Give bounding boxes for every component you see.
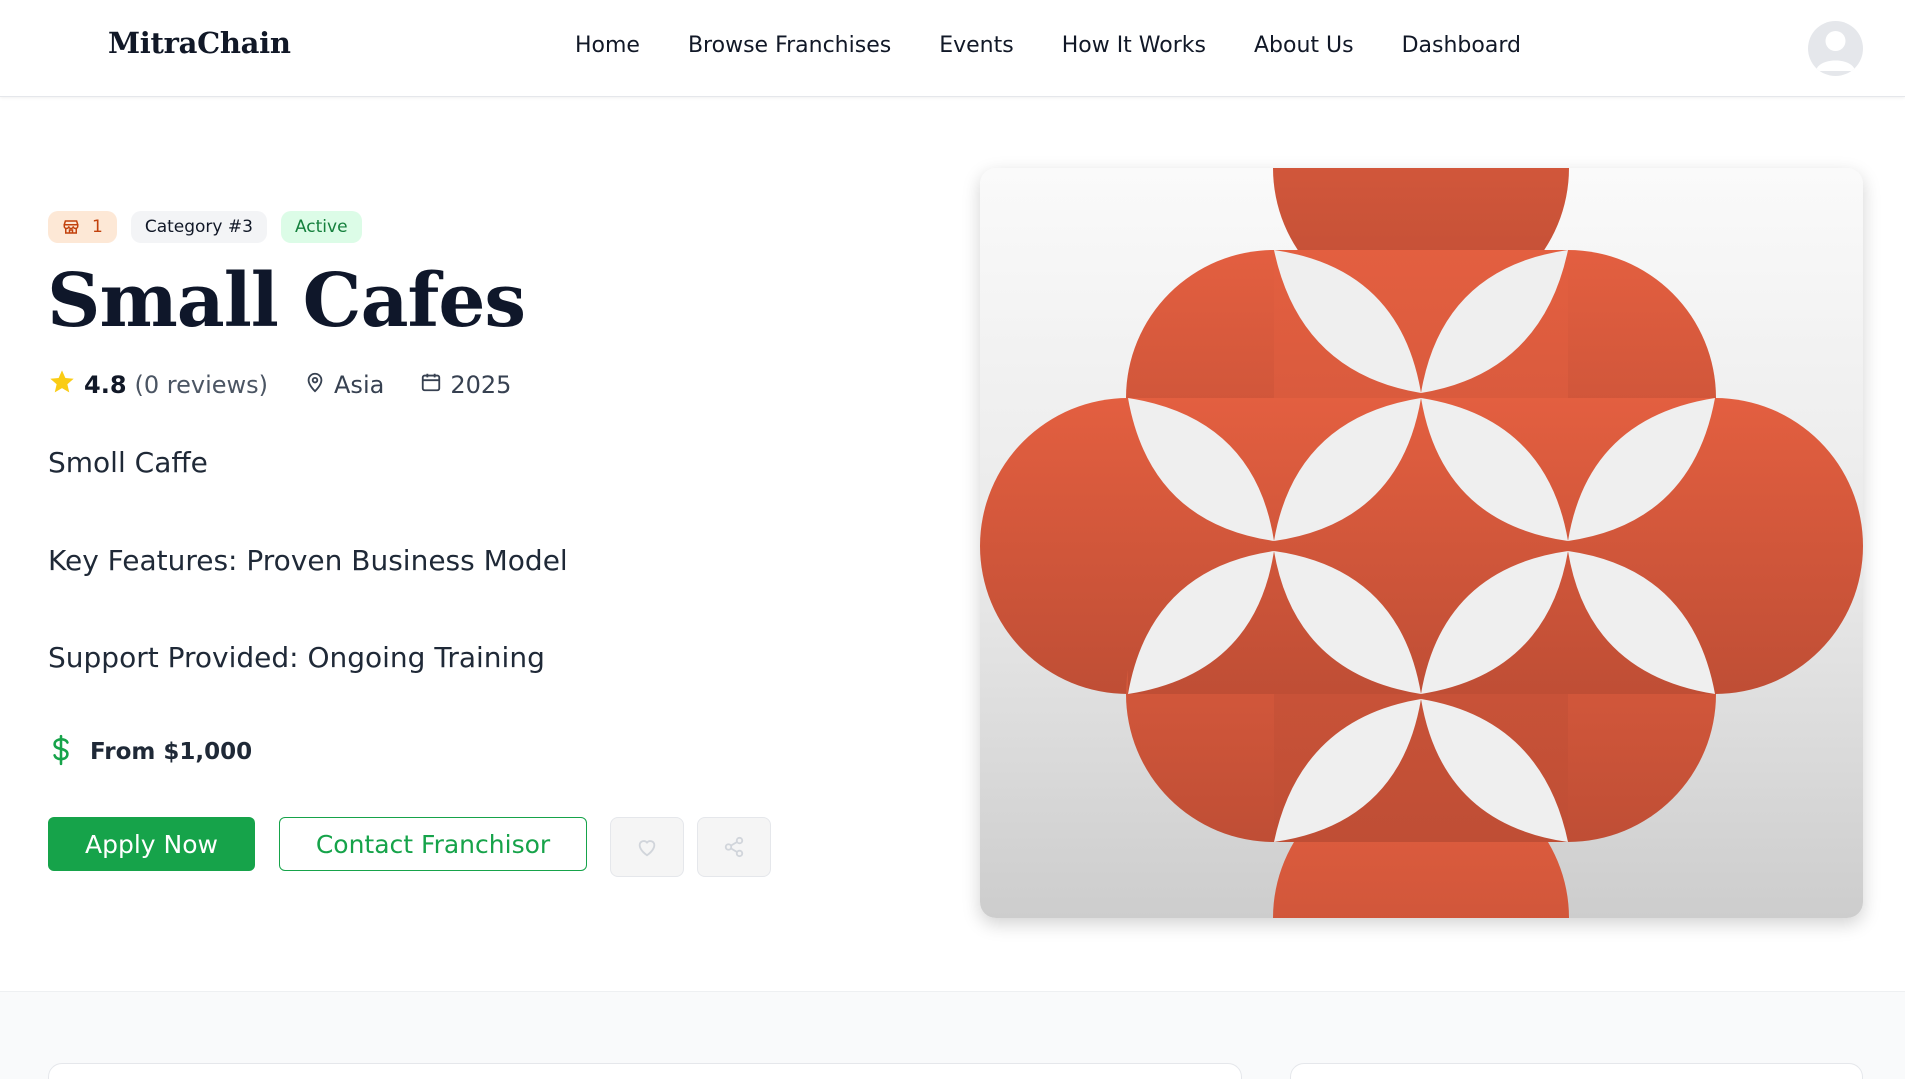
page-title: Small Cafes	[47, 258, 526, 344]
store-count-value: 1	[92, 217, 103, 237]
description-line: Support Provided: Ongoing Training	[48, 641, 545, 674]
main-menu: Home Browse Franchises Events How It Wor…	[575, 33, 1521, 58]
review-count[interactable]: (0 reviews)	[135, 371, 269, 399]
details-card-side	[1290, 1063, 1863, 1079]
apply-now-button[interactable]: Apply Now	[48, 817, 255, 871]
nav-link-dashboard[interactable]: Dashboard	[1402, 33, 1521, 58]
franchise-meta: 4.8 (0 reviews) Asia 2025	[48, 368, 511, 402]
dollar-icon	[48, 734, 74, 770]
year-value: 2025	[450, 371, 512, 399]
nav-link-about-us[interactable]: About Us	[1254, 33, 1354, 58]
store-count-badge: 1	[48, 211, 117, 243]
nav-link-browse-franchises[interactable]: Browse Franchises	[688, 33, 891, 58]
nav-link-events[interactable]: Events	[939, 33, 1014, 58]
user-avatar-icon	[1816, 31, 1855, 71]
franchise-image	[980, 168, 1863, 918]
star-icon	[48, 368, 76, 402]
share-button[interactable]	[697, 817, 771, 877]
user-avatar[interactable]	[1808, 21, 1863, 76]
favorite-button[interactable]	[610, 817, 684, 877]
status-badge: Active	[280, 211, 362, 243]
share-icon	[724, 836, 744, 858]
price-info: From $1,000	[48, 734, 252, 770]
nav-link-how-it-works[interactable]: How It Works	[1062, 33, 1206, 58]
store-icon	[62, 218, 80, 236]
price-value: From $1,000	[90, 739, 253, 765]
top-navbar: MitraChain Home Browse Franchises Events…	[0, 0, 1905, 97]
description-line: Key Features: Proven Business Model	[48, 544, 568, 577]
location-pin-icon	[304, 370, 326, 400]
region-value: Asia	[334, 371, 385, 399]
description-line: Smoll Caffe	[48, 446, 208, 479]
heart-icon	[638, 840, 656, 857]
category-badge: Category #3	[130, 211, 267, 243]
franchise-logo-pattern	[980, 168, 1863, 918]
rating-value: 4.8	[84, 371, 127, 399]
badge-row: 1 Category #3 Active	[48, 211, 362, 243]
contact-franchisor-button[interactable]: Contact Franchisor	[279, 817, 587, 871]
brand-logo[interactable]: MitraChain	[108, 26, 291, 60]
calendar-icon	[420, 370, 442, 400]
region-info: Asia	[304, 370, 384, 400]
nav-link-home[interactable]: Home	[575, 33, 640, 58]
year-info: 2025	[420, 370, 511, 400]
details-card-main	[48, 1063, 1242, 1079]
